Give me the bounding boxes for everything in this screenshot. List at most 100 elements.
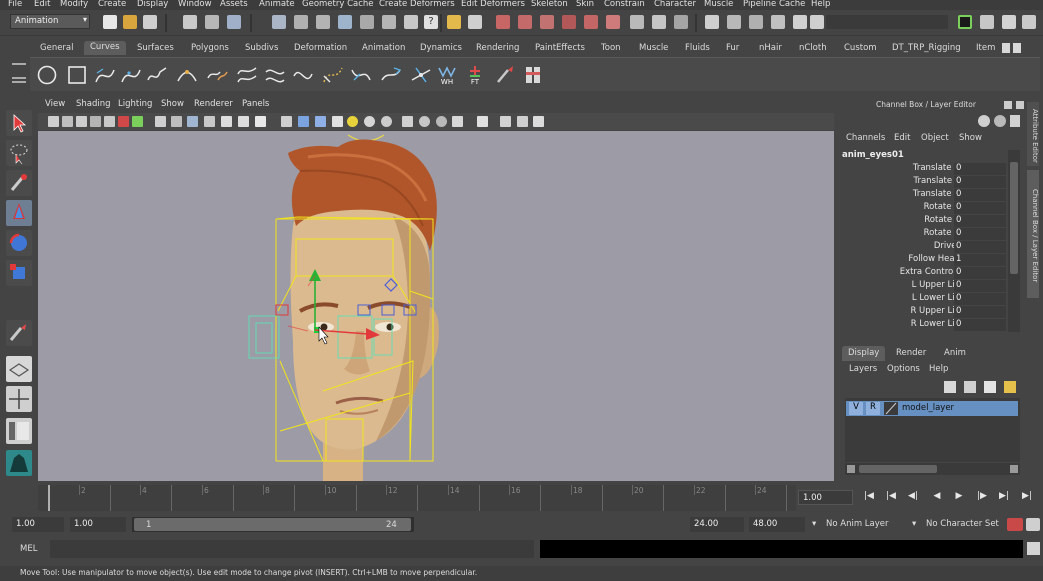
channel-row[interactable]: Driver 0 xyxy=(842,241,1022,254)
shelf-tab-curves[interactable]: Curves xyxy=(84,41,126,55)
wireframe-on-shaded-icon[interactable] xyxy=(298,116,309,127)
rebuild-curve-icon[interactable] xyxy=(350,64,372,86)
render-current-icon[interactable] xyxy=(496,15,510,29)
channel-label[interactable]: R Lower Lid xyxy=(911,319,960,329)
grid-icon[interactable] xyxy=(104,116,115,127)
default-light-icon[interactable] xyxy=(347,116,358,127)
snap-point-icon[interactable] xyxy=(316,15,330,29)
resolution-gate-icon[interactable] xyxy=(132,116,143,127)
character-rig-icon[interactable] xyxy=(522,64,544,86)
play-back-icon[interactable]: ◀ xyxy=(930,491,944,505)
shelf-menu-icon[interactable] xyxy=(12,63,26,65)
menu-assets[interactable]: Assets xyxy=(220,0,248,9)
channel-box-menu-edit[interactable]: Edit xyxy=(894,133,910,143)
anim-layer-dropdown[interactable]: No Anim Layer xyxy=(826,519,889,529)
menu-create[interactable]: Create xyxy=(98,0,126,9)
menu-display[interactable]: Display xyxy=(137,0,168,9)
extend-curve-icon[interactable] xyxy=(292,64,314,86)
channel-value-field[interactable]: 0 xyxy=(954,202,1006,214)
render-view-icon[interactable] xyxy=(468,15,482,29)
panel-menu-shading[interactable]: Shading xyxy=(76,99,111,109)
panel-menu-lighting[interactable]: Lighting xyxy=(118,99,152,109)
lock-camera-icon[interactable] xyxy=(62,116,73,127)
channel-value-field[interactable]: 0 xyxy=(954,215,1006,227)
layer-display-type-toggle[interactable]: R xyxy=(866,402,880,415)
gate-mask-icon[interactable] xyxy=(155,116,166,127)
multisample-icon[interactable] xyxy=(419,116,430,127)
screen-space-ao-icon[interactable] xyxy=(381,116,392,127)
arc-tool-icon[interactable] xyxy=(176,64,198,86)
image-plane-icon[interactable] xyxy=(90,116,101,127)
wh-tool-icon[interactable]: WH xyxy=(436,64,458,86)
shelf-tab-polygons[interactable]: Polygons xyxy=(191,42,229,56)
animation-preferences-icon[interactable] xyxy=(1026,518,1040,531)
menu-animate[interactable]: Animate xyxy=(259,0,295,9)
insert-knot-icon[interactable] xyxy=(264,64,286,86)
select-component-icon[interactable] xyxy=(227,15,241,29)
paint-select-tool-button[interactable] xyxy=(6,170,32,196)
show-channel-box-icon[interactable] xyxy=(1022,15,1036,29)
move-tool-button[interactable] xyxy=(6,200,32,226)
menu-skeleton[interactable]: Skeleton xyxy=(531,0,568,9)
shelf-scroll-left-icon[interactable] xyxy=(1002,43,1010,53)
xray-icon[interactable] xyxy=(238,116,249,127)
go-start-icon[interactable]: |◀ xyxy=(862,491,876,505)
layer-tab-anim[interactable]: Anim xyxy=(938,346,972,361)
lasso-tool-button[interactable] xyxy=(6,140,32,166)
layer-tab-render[interactable]: Render xyxy=(890,346,932,361)
safe-title-icon[interactable] xyxy=(204,116,215,127)
scrollbar-thumb[interactable] xyxy=(859,465,937,473)
shelf-tab-muscle[interactable]: Muscle xyxy=(639,42,668,56)
menu-skin[interactable]: Skin xyxy=(576,0,594,9)
channel-row[interactable]: R Lower Lid 0 xyxy=(842,319,1022,332)
channel-value-field[interactable]: 0 xyxy=(954,176,1006,188)
snap-curve-icon[interactable] xyxy=(294,15,308,29)
cv-curve-icon[interactable] xyxy=(94,64,116,86)
detach-curves-icon[interactable] xyxy=(236,64,258,86)
render-globals-icon[interactable] xyxy=(584,15,598,29)
hypershade-layout-button[interactable] xyxy=(6,450,32,476)
smooth-shade-icon[interactable] xyxy=(281,116,292,127)
shelf-tab-rendering[interactable]: Rendering xyxy=(476,42,519,56)
layer-visibility-toggle[interactable]: V xyxy=(849,402,863,415)
bookmarks-icon[interactable] xyxy=(76,116,87,127)
move-layer-down-icon[interactable] xyxy=(964,381,976,393)
step-back-icon[interactable]: ◀| xyxy=(906,491,920,505)
menu-set-dropdown[interactable]: Animation ▾ xyxy=(10,14,90,29)
channel-row[interactable]: Rotate Y0 xyxy=(842,215,1022,228)
open-scene-icon[interactable] xyxy=(123,15,137,29)
layer-color-swatch[interactable] xyxy=(884,402,898,415)
last-tool-button[interactable] xyxy=(6,320,32,346)
channel-row[interactable]: Extra Controls 0 xyxy=(842,267,1022,280)
use-all-lights-icon[interactable] xyxy=(332,116,343,127)
shelf-tab-animation[interactable]: Animation xyxy=(362,42,405,56)
select-tool-button[interactable] xyxy=(6,110,32,136)
panel-menu-panels[interactable]: Panels xyxy=(242,99,269,109)
menu-help[interactable]: Help xyxy=(811,0,830,9)
rotate-tool-button[interactable] xyxy=(6,230,32,256)
hud-icon[interactable] xyxy=(533,116,544,127)
channel-row[interactable]: Follow Head 1 xyxy=(842,254,1022,267)
viewport-2-icon[interactable] xyxy=(517,116,528,127)
play-forward-icon[interactable]: ▶ xyxy=(952,491,966,505)
square-icon[interactable] xyxy=(66,64,88,86)
animation-end-field[interactable]: 48.00 xyxy=(749,517,805,532)
playback-end-field[interactable]: 24.00 xyxy=(690,517,744,532)
show-attribute-editor-icon[interactable] xyxy=(980,15,994,29)
channel-label[interactable]: L Upper Lid xyxy=(912,280,960,290)
isolate-select-icon[interactable] xyxy=(452,116,463,127)
shelf-tab-nhair[interactable]: nHair xyxy=(759,42,782,56)
scrollbar-thumb[interactable] xyxy=(1010,162,1018,274)
search-icon[interactable] xyxy=(810,15,824,29)
render-layer-icon[interactable] xyxy=(606,15,620,29)
channel-value-field[interactable]: 0 xyxy=(954,306,1006,318)
channel-box-menu-show[interactable]: Show xyxy=(959,133,982,143)
script-editor-icon[interactable] xyxy=(1027,542,1040,555)
channel-value-field[interactable]: 0 xyxy=(954,319,1006,331)
menu-edit[interactable]: Edit xyxy=(34,0,50,9)
scale-tool-button[interactable] xyxy=(6,260,32,286)
close-panel-icon[interactable] xyxy=(1016,101,1024,109)
channel-box-icon-a[interactable] xyxy=(978,115,990,127)
shelf-tab-toon[interactable]: Toon xyxy=(601,42,621,56)
channel-value-field[interactable]: 0 xyxy=(954,228,1006,240)
